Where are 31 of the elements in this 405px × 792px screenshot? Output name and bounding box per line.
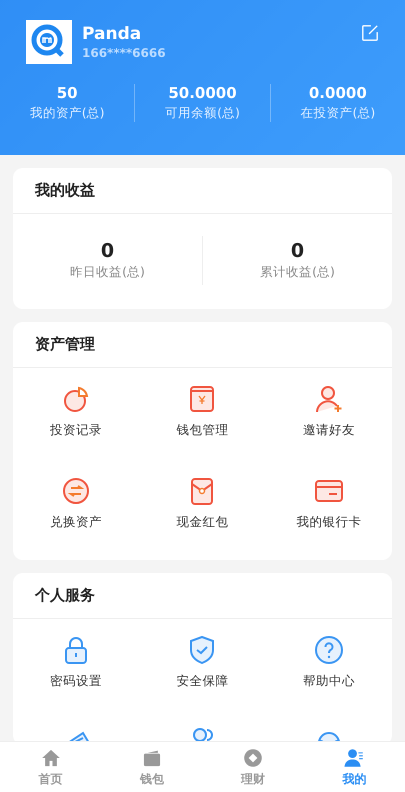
phone-number: 166****6666 [82, 46, 167, 60]
asset-item-label[interactable]: 现金红包 [176, 514, 228, 531]
asset-item-label[interactable]: 邀请好友 [302, 422, 355, 439]
help-icon[interactable] [314, 635, 344, 665]
stat-value: 0 [100, 240, 114, 262]
stat-label: 昨日收益(总) [70, 264, 145, 281]
asset-item-label[interactable]: 钱包管理 [176, 422, 228, 439]
add-user-icon[interactable] [314, 384, 344, 414]
summary-value: 0.0000 [308, 84, 367, 102]
app-logo [26, 20, 72, 64]
asset-item-label[interactable]: 投资记录 [50, 422, 102, 439]
summary-label: 在投资产(总) [300, 105, 376, 122]
summary-value: 50 [56, 84, 78, 102]
asset-item-label[interactable]: 我的银行卡 [296, 514, 362, 531]
section-title: 个人服务 [13, 573, 392, 619]
stat-value: 0 [290, 240, 304, 262]
user-icon [343, 746, 366, 768]
summary-value: 50.0000 [168, 84, 237, 102]
section-title: 我的收益 [13, 168, 392, 214]
user-name: Panda [82, 24, 142, 44]
edit-icon[interactable] [361, 24, 379, 42]
section-title: 资产管理 [13, 322, 392, 368]
service-item-label[interactable]: 密码设置 [50, 673, 102, 690]
summary-label: 我的资产(总) [30, 105, 105, 122]
exchange-icon[interactable] [61, 476, 92, 506]
summary-label: 可用余额(总) [165, 105, 240, 122]
diamond-coin-icon [242, 746, 264, 768]
service-item-label[interactable]: 帮助中心 [302, 673, 355, 690]
stat-label: 累计收益(总) [260, 264, 335, 281]
asset-item-label[interactable]: 兑换资产 [50, 514, 102, 531]
service-item-label[interactable]: 安全保障 [176, 673, 228, 690]
